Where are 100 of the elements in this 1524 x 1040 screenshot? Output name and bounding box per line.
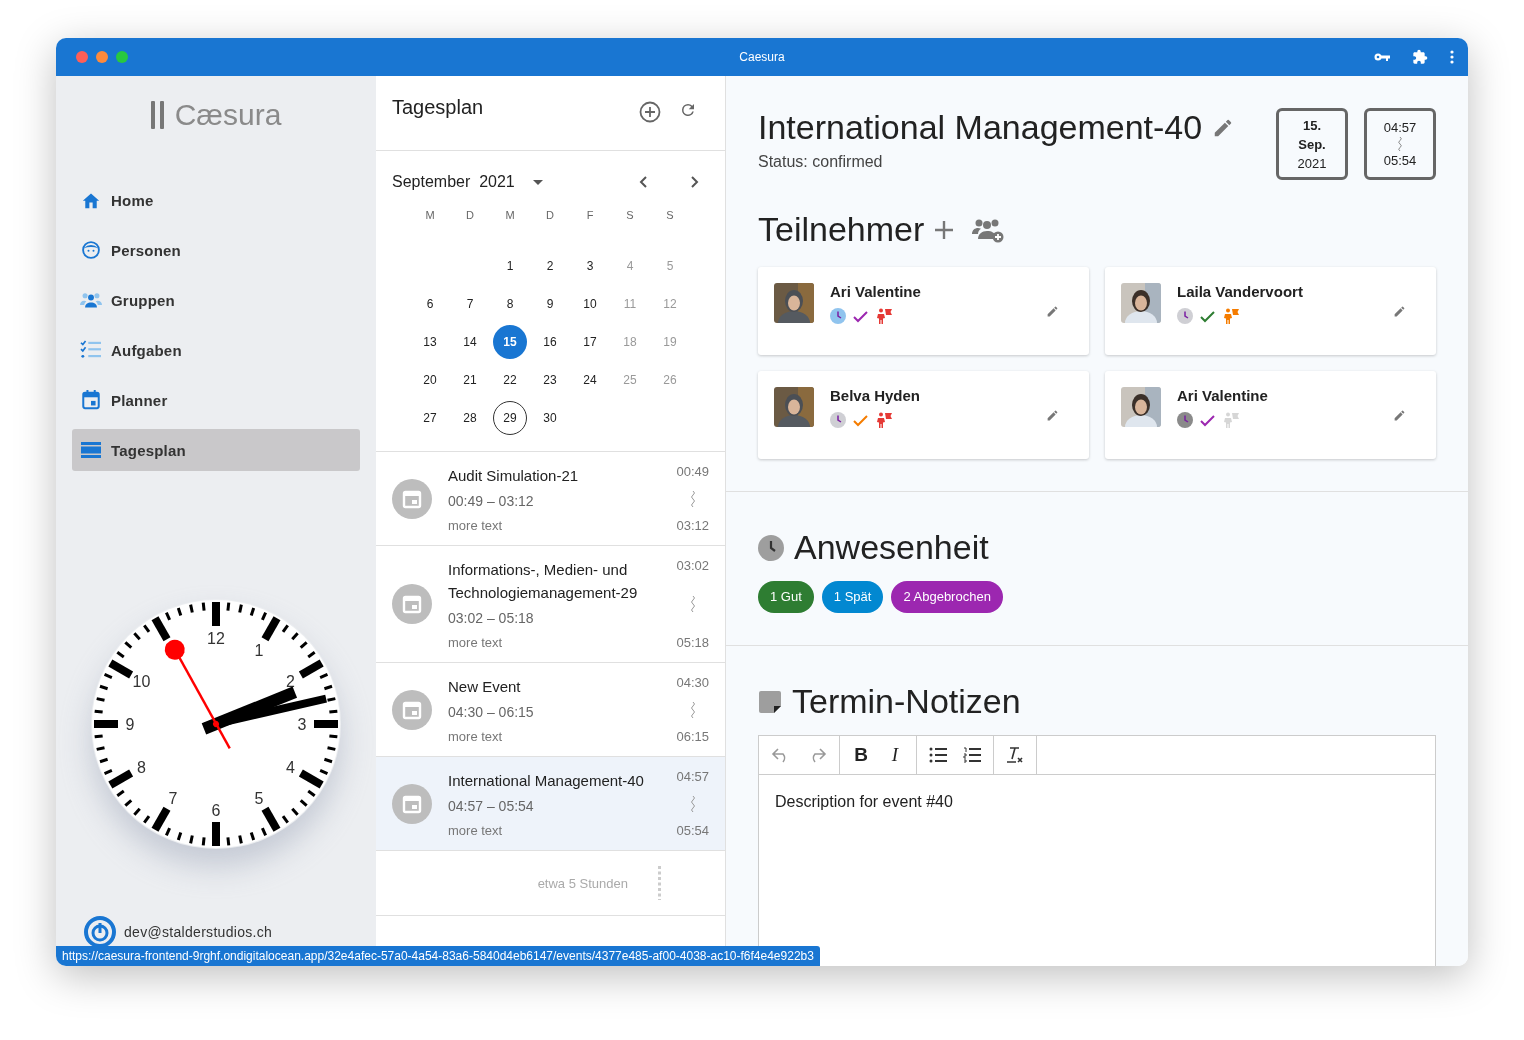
weekday-label: M	[504, 208, 516, 223]
calendar-day[interactable]: 28	[453, 401, 487, 435]
key-icon[interactable]	[1374, 52, 1390, 62]
end-time: 05:54	[676, 823, 709, 838]
start-time: 00:49	[676, 464, 709, 479]
calendar-day[interactable]: 23	[533, 363, 567, 397]
status-chip[interactable]: 2 Abgebrochen	[891, 581, 1003, 613]
participant-name: Ari Valentine	[830, 283, 922, 300]
calendar-day[interactable]: 24	[573, 363, 607, 397]
more-icon[interactable]	[1450, 50, 1454, 64]
power-icon	[84, 916, 116, 948]
status-chip[interactable]: 1 Spät	[821, 581, 884, 613]
calendar-day[interactable]: 16	[533, 325, 567, 359]
calendar-day[interactable]: 21	[453, 363, 487, 397]
group-icon	[80, 291, 102, 309]
edit-icon[interactable]	[1046, 409, 1059, 422]
nav-item[interactable]: Aufgaben	[72, 329, 360, 371]
notes-text: Description for event #40	[774, 792, 954, 812]
start-time: 03:02	[676, 558, 709, 573]
calendar-day[interactable]: 8	[493, 287, 527, 321]
nav-item[interactable]: Gruppen	[72, 279, 360, 321]
squiggle-icon	[689, 795, 696, 812]
event-time-range: 04:57 – 05:54	[448, 798, 535, 814]
calendar-day[interactable]: 13	[413, 325, 447, 359]
weekday-label: D	[465, 208, 475, 223]
puzzle-icon[interactable]	[1412, 49, 1428, 65]
calendar-day[interactable]: 14	[453, 325, 487, 359]
checklist-icon	[80, 340, 102, 360]
event-item[interactable]: International Management-40 04:57 – 05:54 more text 04:57 05:54	[376, 757, 725, 851]
calendar-day[interactable]: 20	[413, 363, 447, 397]
section-title: Termin-Notizen	[792, 682, 1021, 721]
weekday-label: F	[585, 208, 595, 223]
clock-icon	[758, 534, 784, 561]
previous-icon[interactable]	[639, 176, 647, 188]
calendar-day[interactable]: 27	[413, 401, 447, 435]
event-item[interactable]: Audit Simulation-21 00:49 – 03:12 more text 00:49 03:12	[376, 452, 725, 546]
figure-icon	[876, 412, 894, 428]
edit-icon[interactable]	[1393, 305, 1406, 318]
italic-button[interactable]: I	[886, 744, 904, 766]
calendar-day[interactable]: 9	[533, 287, 567, 321]
refresh-icon[interactable]	[679, 101, 697, 119]
event-time-range: 03:02 – 05:18	[448, 610, 535, 626]
calendar-day[interactable]: 2	[533, 249, 567, 283]
start-time: 04:57	[676, 769, 709, 784]
home-icon	[80, 191, 102, 209]
wall-clock-drawing: 12 1 2 3 4 5 6 7 8 9 10	[91, 599, 341, 849]
event-time-range: 00:49 – 03:12	[448, 493, 535, 509]
participant-name: Ari Valentine	[1177, 387, 1269, 404]
event-title: Audit Simulation-21	[448, 466, 580, 486]
note-icon	[758, 689, 782, 714]
nav-item[interactable]: Home	[72, 179, 360, 221]
event-note: more text	[448, 635, 504, 650]
bold-button[interactable]: B	[852, 744, 870, 766]
next-icon[interactable]	[691, 176, 699, 188]
numbered-list-icon[interactable]	[963, 747, 981, 763]
participant-card[interactable]: Laila Vandervoort	[1105, 267, 1436, 355]
calendar-day[interactable]: 15	[493, 325, 527, 359]
squiggle-icon	[689, 490, 696, 507]
participant-card[interactable]: Ari Valentine	[1105, 371, 1436, 459]
date-box: 15. Sep. 2021	[1276, 108, 1348, 180]
clear-format-icon[interactable]	[1006, 746, 1024, 764]
status-chip[interactable]: 1 Gut	[758, 581, 814, 613]
edit-icon[interactable]	[1393, 409, 1406, 422]
calendar-day[interactable]: 17	[573, 325, 607, 359]
check-icon	[852, 413, 870, 427]
bullet-list-icon[interactable]	[929, 747, 947, 763]
end-time: 05:18	[676, 635, 709, 650]
calendar-day[interactable]: 6	[413, 287, 447, 321]
plus-icon[interactable]	[934, 219, 955, 240]
participant-card[interactable]: Ari Valentine	[758, 267, 1089, 355]
edit-icon[interactable]	[1046, 305, 1059, 318]
caret-icon[interactable]	[532, 179, 543, 185]
calendar-icon	[80, 390, 102, 410]
link-preview: https://caesura-frontend-9rghf.ondigitalocean.app/32e4afec-57a0-4a54-83a6-5840d4eb6147/events/4377e485-af00-4038-ac10-f6f4e4e922b3	[56, 946, 820, 966]
figure-icon	[876, 308, 894, 324]
calendar-day[interactable]: 10	[573, 287, 607, 321]
nav-item[interactable]: Personen	[72, 229, 360, 271]
calendar-icon	[392, 783, 432, 824]
calendar-day[interactable]: 7	[453, 287, 487, 321]
panel-title: Tagesplan	[392, 96, 484, 119]
nav-item[interactable]: Planner	[72, 379, 360, 421]
event-note: more text	[448, 518, 504, 533]
month-label: September 2021	[392, 173, 515, 191]
squiggle-icon	[689, 596, 696, 612]
time-gap-label: etwa 5 Stunden	[537, 875, 628, 891]
event-title: International Management-40	[448, 771, 645, 791]
clock-icon	[830, 308, 846, 324]
calendar-day[interactable]: 22	[493, 363, 527, 397]
weekday-label: M	[424, 208, 436, 223]
event-time-range: 04:30 – 06:15	[448, 704, 535, 720]
nav-item[interactable]: Tagesplan	[72, 429, 360, 471]
participant-card[interactable]: Belva Hyden	[758, 371, 1089, 459]
calendar-day[interactable]: 3	[573, 249, 607, 283]
logo-bars-icon	[150, 101, 165, 129]
calendar-day[interactable]: 1	[493, 249, 527, 283]
event-note: more text	[448, 729, 504, 744]
participant-name: Laila Vandervoort	[1177, 283, 1304, 300]
add-icon[interactable]	[639, 101, 661, 123]
calendar-day[interactable]: 30	[533, 401, 567, 435]
check-icon	[1199, 413, 1217, 427]
